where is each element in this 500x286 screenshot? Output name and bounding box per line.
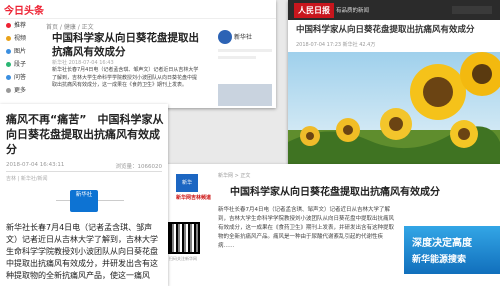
peoples-daily-window: 人民日报 有品质的新闻 中国科学家从向日葵花盘提取出抗痛风有效成分 2018-0… bbox=[288, 0, 500, 166]
sidebar-item-label: 推荐 bbox=[14, 22, 27, 29]
publish-time: 2018-07-04 16:43:11 bbox=[6, 162, 65, 168]
article-body: 新华社长春7月4日电（记者孟含琪、邹声文）记者近日从吉林大学了解到，吉林大学生命… bbox=[6, 223, 158, 280]
xinhua-client-window: 痛风不再“痛苦” 中国科学家从向日葵花盘提取出抗痛风有效成分 2018-07-0… bbox=[0, 104, 168, 286]
qr-code-icon[interactable] bbox=[168, 222, 200, 254]
more-icon bbox=[6, 88, 11, 93]
breadcrumb[interactable]: 新华网 > 正文 bbox=[218, 172, 250, 179]
placeholder-line bbox=[218, 49, 272, 52]
peoples-daily-logo[interactable]: 人民日报 bbox=[294, 3, 334, 18]
view-count: 浏览量：1066020 bbox=[115, 164, 163, 170]
site-name: 新华网吉林频道 bbox=[176, 195, 212, 201]
sidebar-item-label: 段子 bbox=[14, 61, 27, 68]
picture-icon bbox=[6, 49, 11, 54]
qa-icon bbox=[6, 75, 11, 80]
article-meta: 2018-07-04 16:43:11 浏览量：1066020 bbox=[6, 162, 163, 170]
sidebar-item-pictures[interactable]: 图片 bbox=[0, 45, 42, 58]
joke-icon bbox=[6, 62, 11, 67]
article-title: 中国科学家从向日葵花盘提取出抗痛风有效成分 bbox=[296, 25, 475, 35]
qr-label: 扫码关注新华网 bbox=[169, 256, 197, 261]
article-title: 中国科学家从向日葵花盘提取出抗痛风有效成分 bbox=[52, 32, 199, 58]
sidebar-item-label: 问答 bbox=[14, 74, 27, 81]
peoples-daily-header: 人民日报 有品质的新闻 bbox=[288, 0, 500, 20]
recommend-icon bbox=[6, 23, 11, 28]
toutiao-logo[interactable]: 今日头条 bbox=[4, 2, 44, 17]
xinhua-logo-icon: 新华社 bbox=[70, 190, 98, 212]
logo-text: 新华社 bbox=[75, 192, 93, 198]
sidebar-item-recommend[interactable]: 推荐 bbox=[0, 19, 42, 32]
sidebar-item-more[interactable]: 更多 bbox=[0, 84, 42, 97]
ad-subline: 新华能源搜索 bbox=[412, 255, 467, 265]
header-search-box[interactable] bbox=[452, 6, 492, 14]
avatar bbox=[218, 29, 232, 44]
advert-banner[interactable]: 深度决定高度 新华能源搜索 bbox=[404, 226, 500, 274]
sidebar-item-label: 视频 bbox=[14, 35, 27, 42]
sidebar-item-video[interactable]: 视频 bbox=[0, 32, 42, 45]
sidebar-item-qa[interactable]: 问答 bbox=[0, 71, 42, 84]
article-title: 痛风不再“痛苦” 中国科学家从向日葵花盘提取出抗痛风有效成分 bbox=[6, 113, 164, 156]
author-name: 新华社 bbox=[234, 34, 253, 41]
xinhuanet-logo[interactable]: 新华 bbox=[176, 174, 198, 192]
divider bbox=[6, 171, 162, 172]
sunflower-photo bbox=[288, 52, 500, 166]
sidebar-item-label: 图片 bbox=[14, 48, 27, 55]
breadcrumb[interactable]: 首页 / 健康 / 正文 bbox=[46, 22, 94, 31]
article-title: 中国科学家从向日葵花盘提取出抗痛风有效成分 bbox=[230, 187, 440, 198]
article-meta: 新华社 2018-07-04 16:43 bbox=[52, 60, 114, 66]
author-card[interactable]: 新华社 bbox=[218, 26, 272, 66]
toutiao-topbar: 今日头条 bbox=[0, 0, 276, 19]
video-icon bbox=[6, 36, 11, 41]
article-body: 新华社长春7月4日电（记者孟含琪、邹声文）记者近日从吉林大学了解到，吉林大学生命… bbox=[52, 67, 199, 88]
ad-headline: 深度决定高度 bbox=[412, 238, 472, 249]
toutiao-window: 今日头条 推荐 视频 图片 段子 问答 更多 首页 / 健康 / 正文 中国科学… bbox=[0, 0, 276, 108]
placeholder-line bbox=[218, 56, 256, 59]
article-body: 新华社长春7月4日电（记者孟含琪、邹声文）记者近日从吉林大学了解到，吉林大学生命… bbox=[218, 207, 395, 249]
thumbnail-image[interactable] bbox=[218, 84, 272, 106]
sidebar-item-label: 更多 bbox=[14, 87, 27, 94]
sidebar-item-jokes[interactable]: 段子 bbox=[0, 58, 42, 71]
toutiao-sidebar: 推荐 视频 图片 段子 问答 更多 bbox=[0, 19, 42, 108]
sunflower-image bbox=[288, 52, 500, 166]
xinhuanet-window: 新华 新华网吉林频道 新华网 > 正文 中国科学家从向日葵花盘提取出抗痛风有效成… bbox=[160, 164, 500, 286]
tagline: 有品质的新闻 bbox=[336, 8, 370, 14]
article-meta: 2018-07-04 17:23 新华社 42.4万 bbox=[296, 42, 376, 48]
logo-mark: 新华 bbox=[181, 180, 192, 186]
article-source[interactable]: 吉林 | 新华社/新闻 bbox=[6, 175, 48, 182]
